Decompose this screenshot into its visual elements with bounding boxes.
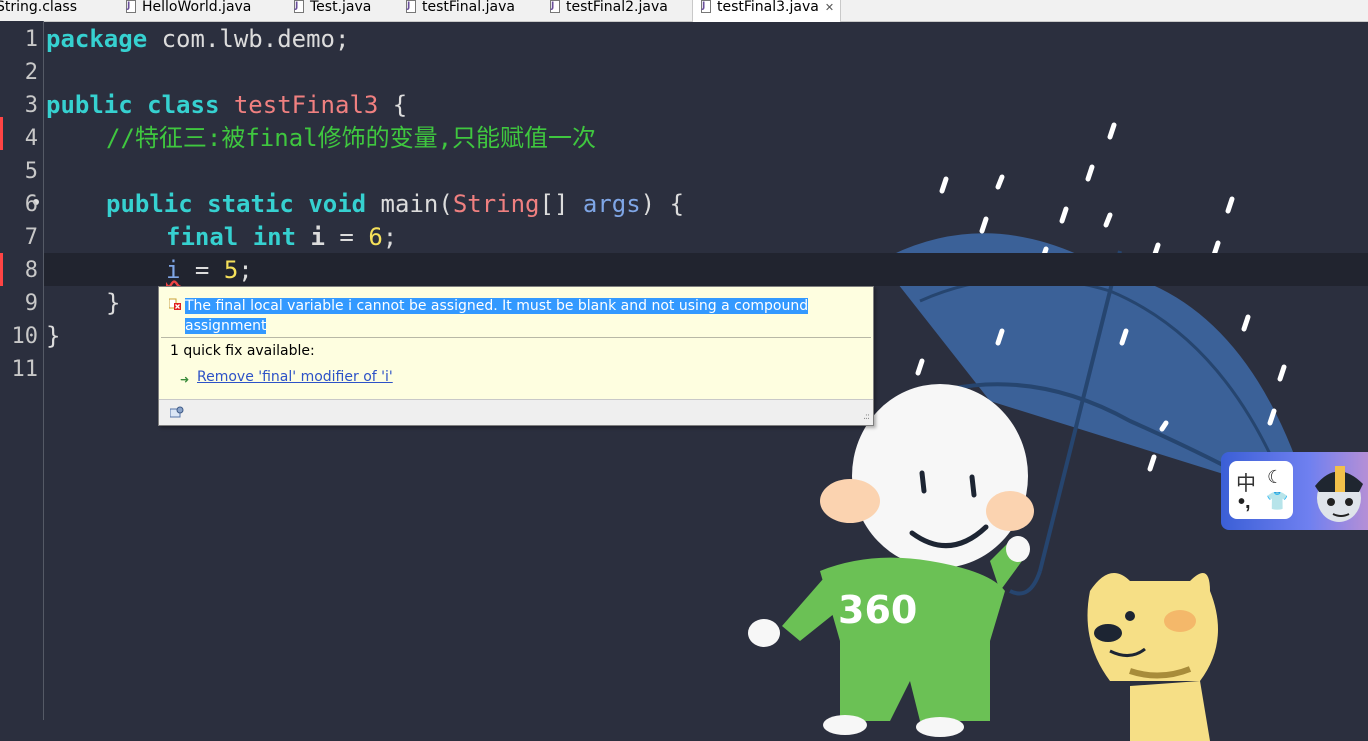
quick-fix-count: 1 quick fix available: [170, 343, 315, 359]
code-line-1[interactable]: package com.lwb.demo; [46, 23, 349, 56]
code-line-10[interactable]: } [46, 320, 60, 353]
code-line-4[interactable]: //特征三:被final修饰的变量,只能赋值一次 [106, 122, 596, 155]
line-number: 10 [11, 324, 39, 349]
code-line-3[interactable]: public class testFinal3 { [46, 89, 407, 122]
java-file-icon [124, 0, 136, 14]
skin-icon[interactable]: 👕 [1266, 491, 1288, 512]
line-number: 8 [24, 258, 38, 283]
quick-fix-icon: ➜ [180, 373, 190, 386]
shirt-badge: 360 [838, 588, 917, 632]
java-file-icon [404, 0, 416, 14]
java-file-icon [548, 0, 560, 14]
punctuation-icon[interactable]: •, [1238, 491, 1251, 514]
moon-icon[interactable]: ☾ [1267, 467, 1283, 488]
error-variable[interactable]: i [166, 256, 180, 284]
editor-tab-bar: String.class HelloWorld.java Test.java t… [0, 0, 1368, 22]
line-number: 4 [24, 126, 38, 151]
line-number: 11 [11, 357, 39, 382]
remove-final-modifier-link[interactable]: Remove 'final' modifier of 'i' [197, 369, 393, 385]
code-line-7[interactable]: final int i = 6; [166, 221, 397, 254]
resize-grip-icon[interactable]: .:: [863, 412, 870, 422]
java-file-icon [292, 0, 304, 14]
divider [161, 337, 871, 338]
line-number: 5 [24, 159, 38, 184]
line-number: 1 [24, 27, 38, 52]
tab-test-java[interactable]: Test.java [292, 0, 371, 21]
close-tab-icon[interactable]: ✕ [825, 1, 834, 14]
ime-toolbar[interactable]: 中 ☾ •, 👕 [1221, 452, 1368, 530]
line-number: 2 [24, 60, 38, 85]
popup-footer: .:: [159, 399, 873, 425]
error-icon [169, 298, 181, 310]
java-file-error-icon [699, 0, 711, 14]
configure-icon[interactable] [170, 406, 184, 418]
background-illustration: 360 [748, 122, 1310, 741]
tab-string-class[interactable]: String.class [0, 0, 77, 21]
tab-testfinal-java[interactable]: testFinal.java [404, 0, 515, 21]
line-number: 6 [24, 192, 38, 217]
line-number: 9 [24, 291, 38, 316]
code-line-6[interactable]: public static void main(String[] args) { [106, 188, 684, 221]
tab-helloworld-java[interactable]: HelloWorld.java [124, 0, 251, 21]
avatar [1315, 466, 1363, 522]
line-number: 7 [24, 225, 38, 250]
code-line-8[interactable]: i = 5; [166, 254, 253, 287]
code-line-9[interactable]: } [106, 287, 120, 320]
ime-panel[interactable]: 中 ☾ •, 👕 [1229, 461, 1293, 519]
error-message: The final local variable i cannot be ass… [185, 298, 809, 334]
tab-testfinal2-java[interactable]: testFinal2.java [548, 0, 668, 21]
error-hover-popup[interactable]: The final local variable i cannot be ass… [158, 286, 874, 426]
line-number: 3 [24, 93, 38, 118]
tab-testfinal3-java[interactable]: testFinal3.java✕ [692, 0, 842, 22]
